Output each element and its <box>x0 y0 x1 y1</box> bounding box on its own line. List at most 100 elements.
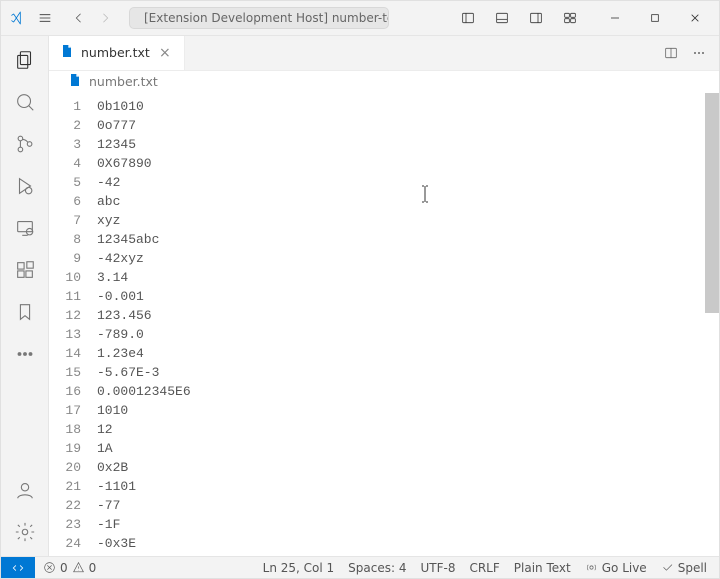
code-line[interactable]: -42xyz <box>97 249 719 268</box>
editor-code-area[interactable]: 123456789101112131415161718192021222324 … <box>49 93 719 556</box>
activity-run-debug-icon[interactable] <box>1 166 49 206</box>
command-center-text: [Extension Development Host] number-test <box>144 11 389 25</box>
line-number: 15 <box>49 363 81 382</box>
code-line[interactable]: 12 <box>97 420 719 439</box>
code-line[interactable]: -77 <box>97 496 719 515</box>
line-number: 20 <box>49 458 81 477</box>
layout-toggle-secondary-sidebar-icon[interactable] <box>519 3 553 33</box>
line-number: 8 <box>49 230 81 249</box>
tab-bar: number.txt × <box>49 36 719 71</box>
status-go-live-label: Go Live <box>602 561 647 575</box>
line-number: 12 <box>49 306 81 325</box>
activity-remote-explorer-icon[interactable] <box>1 208 49 248</box>
status-spell[interactable]: Spell <box>661 561 707 575</box>
nav-forward-icon <box>93 6 117 30</box>
activity-extensions-icon[interactable] <box>1 250 49 290</box>
code-line[interactable]: -5.67E-3 <box>97 363 719 382</box>
line-number: 5 <box>49 173 81 192</box>
code-line[interactable]: 0X67890 <box>97 154 719 173</box>
breadcrumb-filename: number.txt <box>89 74 158 89</box>
line-number: 17 <box>49 401 81 420</box>
command-center-search[interactable]: [Extension Development Host] number-test <box>129 7 389 29</box>
scrollbar-thumb[interactable] <box>705 93 719 313</box>
layout-toggle-panel-icon[interactable] <box>485 3 519 33</box>
tab-label: number.txt <box>81 45 150 60</box>
hamburger-menu-icon[interactable] <box>33 6 57 30</box>
editor-more-icon[interactable] <box>687 41 711 65</box>
window-maximize-icon[interactable] <box>635 3 675 33</box>
activity-bar <box>1 36 49 556</box>
status-problems[interactable]: 0 0 <box>43 561 96 575</box>
code-line[interactable]: 1.23e4 <box>97 344 719 363</box>
split-editor-icon[interactable] <box>659 41 683 65</box>
activity-more-icon[interactable] <box>1 334 49 374</box>
line-number: 24 <box>49 534 81 553</box>
activity-settings-gear-icon[interactable] <box>1 512 49 552</box>
status-eol[interactable]: CRLF <box>469 561 499 575</box>
status-go-live[interactable]: Go Live <box>585 561 647 575</box>
code-line[interactable]: -1F <box>97 515 719 534</box>
status-errors-count: 0 <box>60 561 68 575</box>
line-number: 4 <box>49 154 81 173</box>
code-line[interactable]: 12345abc <box>97 230 719 249</box>
code-line[interactable]: -789.0 <box>97 325 719 344</box>
code-line[interactable]: 12345 <box>97 135 719 154</box>
code-line[interactable]: -0.001 <box>97 287 719 306</box>
line-number: 14 <box>49 344 81 363</box>
line-number: 23 <box>49 515 81 534</box>
line-number: 7 <box>49 211 81 230</box>
code-line[interactable]: xyz <box>97 211 719 230</box>
status-bar: 0 0 Ln 25, Col 1 Spaces: 4 UTF-8 CRLF Pl… <box>1 556 719 578</box>
line-number: 6 <box>49 192 81 211</box>
activity-search-icon[interactable] <box>1 82 49 122</box>
tab-close-icon[interactable]: × <box>156 44 174 62</box>
activity-bookmark-icon[interactable] <box>1 292 49 332</box>
code-line[interactable]: -0x3E <box>97 534 719 553</box>
app-window: [Extension Development Host] number-test <box>0 0 720 579</box>
line-number: 21 <box>49 477 81 496</box>
activity-explorer-icon[interactable] <box>1 40 49 80</box>
code-line[interactable]: -42 <box>97 173 719 192</box>
status-spell-label: Spell <box>678 561 707 575</box>
status-cursor-position[interactable]: Ln 25, Col 1 <box>263 561 335 575</box>
code-line[interactable]: 0.00012345E6 <box>97 382 719 401</box>
line-number: 13 <box>49 325 81 344</box>
remote-indicator-icon[interactable] <box>1 557 35 578</box>
code-line[interactable]: 1010 <box>97 401 719 420</box>
file-icon <box>59 43 75 62</box>
window-close-icon[interactable] <box>675 3 715 33</box>
layout-toggle-primary-sidebar-icon[interactable] <box>451 3 485 33</box>
code-line[interactable]: 3.14 <box>97 268 719 287</box>
tab-number-txt[interactable]: number.txt × <box>49 36 185 70</box>
code-line[interactable]: abc <box>97 192 719 211</box>
code-line[interactable]: 0b1010 <box>97 97 719 116</box>
vertical-scrollbar[interactable] <box>705 93 719 556</box>
code-line[interactable]: 0x2B <box>97 458 719 477</box>
code-line[interactable]: 123.456 <box>97 306 719 325</box>
line-number: 9 <box>49 249 81 268</box>
customize-layout-icon[interactable] <box>553 3 587 33</box>
code-line[interactable]: 0o777 <box>97 116 719 135</box>
line-number: 1 <box>49 97 81 116</box>
vscode-logo-icon <box>5 6 29 30</box>
line-number: 19 <box>49 439 81 458</box>
nav-back-icon[interactable] <box>67 6 91 30</box>
activity-account-icon[interactable] <box>1 470 49 510</box>
status-indentation[interactable]: Spaces: 4 <box>348 561 406 575</box>
line-number: 11 <box>49 287 81 306</box>
activity-source-control-icon[interactable] <box>1 124 49 164</box>
window-minimize-icon[interactable] <box>595 3 635 33</box>
editor-region: number.txt × number.txt <box>49 36 719 556</box>
code-line[interactable]: -1101 <box>97 477 719 496</box>
file-icon <box>67 72 83 91</box>
line-number: 18 <box>49 420 81 439</box>
line-number: 22 <box>49 496 81 515</box>
code-content[interactable]: 0b10100o777123450X67890-42abcxyz12345abc… <box>89 93 719 556</box>
status-language-mode[interactable]: Plain Text <box>514 561 571 575</box>
status-encoding[interactable]: UTF-8 <box>420 561 455 575</box>
title-bar: [Extension Development Host] number-test <box>1 1 719 36</box>
status-warnings-count: 0 <box>89 561 97 575</box>
breadcrumb[interactable]: number.txt <box>49 71 719 93</box>
line-number: 16 <box>49 382 81 401</box>
code-line[interactable]: 1A <box>97 439 719 458</box>
